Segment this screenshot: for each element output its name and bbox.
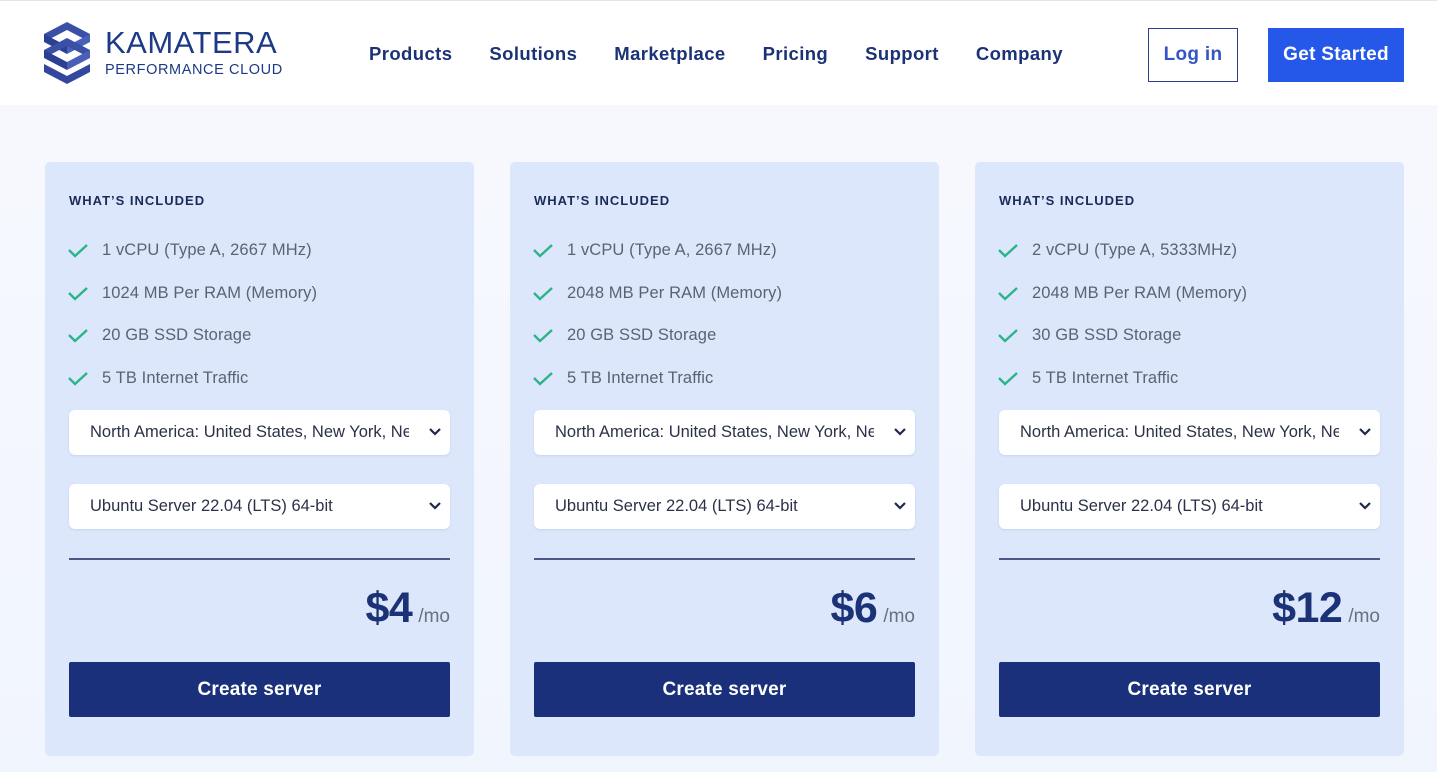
feature-text: 2 vCPU (Type A, 5333MHz) [1032, 240, 1238, 259]
plan-card: WHAT’S INCLUDED 1 vCPU (Type A, 2667 MHz… [510, 162, 939, 756]
os-value: Ubuntu Server 22.04 (LTS) 64-bit [1020, 497, 1263, 515]
os-value: Ubuntu Server 22.04 (LTS) 64-bit [90, 497, 333, 515]
included-title: WHAT’S INCLUDED [999, 193, 1136, 208]
check-icon [533, 244, 553, 258]
create-server-button[interactable]: Create server [69, 662, 450, 717]
kamatera-logo-icon [44, 22, 90, 84]
location-select[interactable]: North America: United States, New York, … [69, 410, 450, 455]
nav-support[interactable]: Support [865, 42, 939, 66]
feature-item: 30 GB SSD Storage [997, 323, 1181, 347]
included-title: WHAT’S INCLUDED [69, 193, 206, 208]
feature-item: 5 TB Internet Traffic [532, 366, 713, 390]
check-icon [68, 372, 88, 386]
price-amount: $6 [830, 584, 878, 632]
included-title: WHAT’S INCLUDED [534, 193, 671, 208]
location-value: North America: United States, New York, … [555, 423, 874, 441]
nav-solutions[interactable]: Solutions [489, 42, 577, 66]
check-icon [998, 329, 1018, 343]
check-icon [998, 372, 1018, 386]
os-value: Ubuntu Server 22.04 (LTS) 64-bit [555, 497, 798, 515]
location-value: North America: United States, New York, … [1020, 423, 1339, 441]
feature-text: 5 TB Internet Traffic [102, 368, 249, 387]
site-header: KAMATERA PERFORMANCE CLOUD Products Solu… [0, 1, 1437, 105]
price-period: /mo [883, 606, 915, 627]
feature-item: 1 vCPU (Type A, 2667 MHz) [532, 238, 777, 262]
feature-item: 5 TB Internet Traffic [997, 366, 1178, 390]
check-icon [533, 287, 553, 301]
feature-text: 1024 MB Per RAM (Memory) [102, 283, 318, 302]
feature-item: 1 vCPU (Type A, 2667 MHz) [67, 238, 312, 262]
os-select[interactable]: Ubuntu Server 22.04 (LTS) 64-bit [534, 484, 915, 529]
chevron-down-icon [894, 428, 906, 436]
divider [999, 558, 1380, 560]
feature-item: 2 vCPU (Type A, 5333MHz) [997, 238, 1237, 262]
feature-text: 20 GB SSD Storage [102, 325, 252, 344]
price: $4 /mo [365, 584, 450, 633]
check-icon [998, 287, 1018, 301]
feature-item: 20 GB SSD Storage [67, 323, 251, 347]
check-icon [68, 287, 88, 301]
logo-tagline: PERFORMANCE CLOUD [105, 62, 283, 78]
chevron-down-icon [1359, 502, 1371, 510]
nav-products[interactable]: Products [369, 42, 452, 66]
feature-text: 5 TB Internet Traffic [567, 368, 714, 387]
create-server-button[interactable]: Create server [534, 662, 915, 717]
chevron-down-icon [429, 428, 441, 436]
location-select[interactable]: North America: United States, New York, … [534, 410, 915, 455]
feature-text: 30 GB SSD Storage [1032, 325, 1182, 344]
nav-marketplace[interactable]: Marketplace [614, 42, 725, 66]
nav-pricing[interactable]: Pricing [763, 42, 829, 66]
feature-item: 1024 MB Per RAM (Memory) [67, 281, 317, 305]
price: $12 /mo [1272, 584, 1380, 633]
chevron-down-icon [1359, 428, 1371, 436]
get-started-button[interactable]: Get Started [1268, 28, 1404, 82]
price-amount: $12 [1272, 584, 1343, 632]
location-select[interactable]: North America: United States, New York, … [999, 410, 1380, 455]
logo[interactable]: KAMATERA PERFORMANCE CLOUD [44, 21, 283, 85]
create-server-button[interactable]: Create server [999, 662, 1380, 717]
plan-card: WHAT’S INCLUDED 1 vCPU (Type A, 2667 MHz… [45, 162, 474, 756]
feature-text: 20 GB SSD Storage [567, 325, 717, 344]
price: $6 /mo [830, 584, 915, 633]
check-icon [998, 244, 1018, 258]
feature-item: 5 TB Internet Traffic [67, 366, 248, 390]
feature-text: 2048 MB Per RAM (Memory) [1032, 283, 1248, 302]
plan-card: WHAT’S INCLUDED 2 vCPU (Type A, 5333MHz)… [975, 162, 1404, 756]
feature-text: 1 vCPU (Type A, 2667 MHz) [567, 240, 777, 259]
logo-name: KAMATERA [105, 25, 278, 60]
chevron-down-icon [894, 502, 906, 510]
check-icon [68, 329, 88, 343]
feature-item: 20 GB SSD Storage [532, 323, 716, 347]
location-value: North America: United States, New York, … [90, 423, 409, 441]
price-amount: $4 [365, 584, 413, 632]
nav-company[interactable]: Company [976, 42, 1063, 66]
check-icon [533, 372, 553, 386]
main-nav: Products Solutions Marketplace Pricing S… [369, 42, 1100, 66]
feature-item: 2048 MB Per RAM (Memory) [997, 281, 1247, 305]
check-icon [68, 244, 88, 258]
feature-text: 1 vCPU (Type A, 2667 MHz) [102, 240, 312, 259]
os-select[interactable]: Ubuntu Server 22.04 (LTS) 64-bit [69, 484, 450, 529]
check-icon [533, 329, 553, 343]
chevron-down-icon [429, 502, 441, 510]
feature-item: 2048 MB Per RAM (Memory) [532, 281, 782, 305]
os-select[interactable]: Ubuntu Server 22.04 (LTS) 64-bit [999, 484, 1380, 529]
price-period: /mo [1348, 606, 1380, 627]
feature-text: 2048 MB Per RAM (Memory) [567, 283, 783, 302]
price-period: /mo [418, 606, 450, 627]
divider [69, 558, 450, 560]
feature-text: 5 TB Internet Traffic [1032, 368, 1179, 387]
login-button[interactable]: Log in [1148, 28, 1238, 82]
divider [534, 558, 915, 560]
